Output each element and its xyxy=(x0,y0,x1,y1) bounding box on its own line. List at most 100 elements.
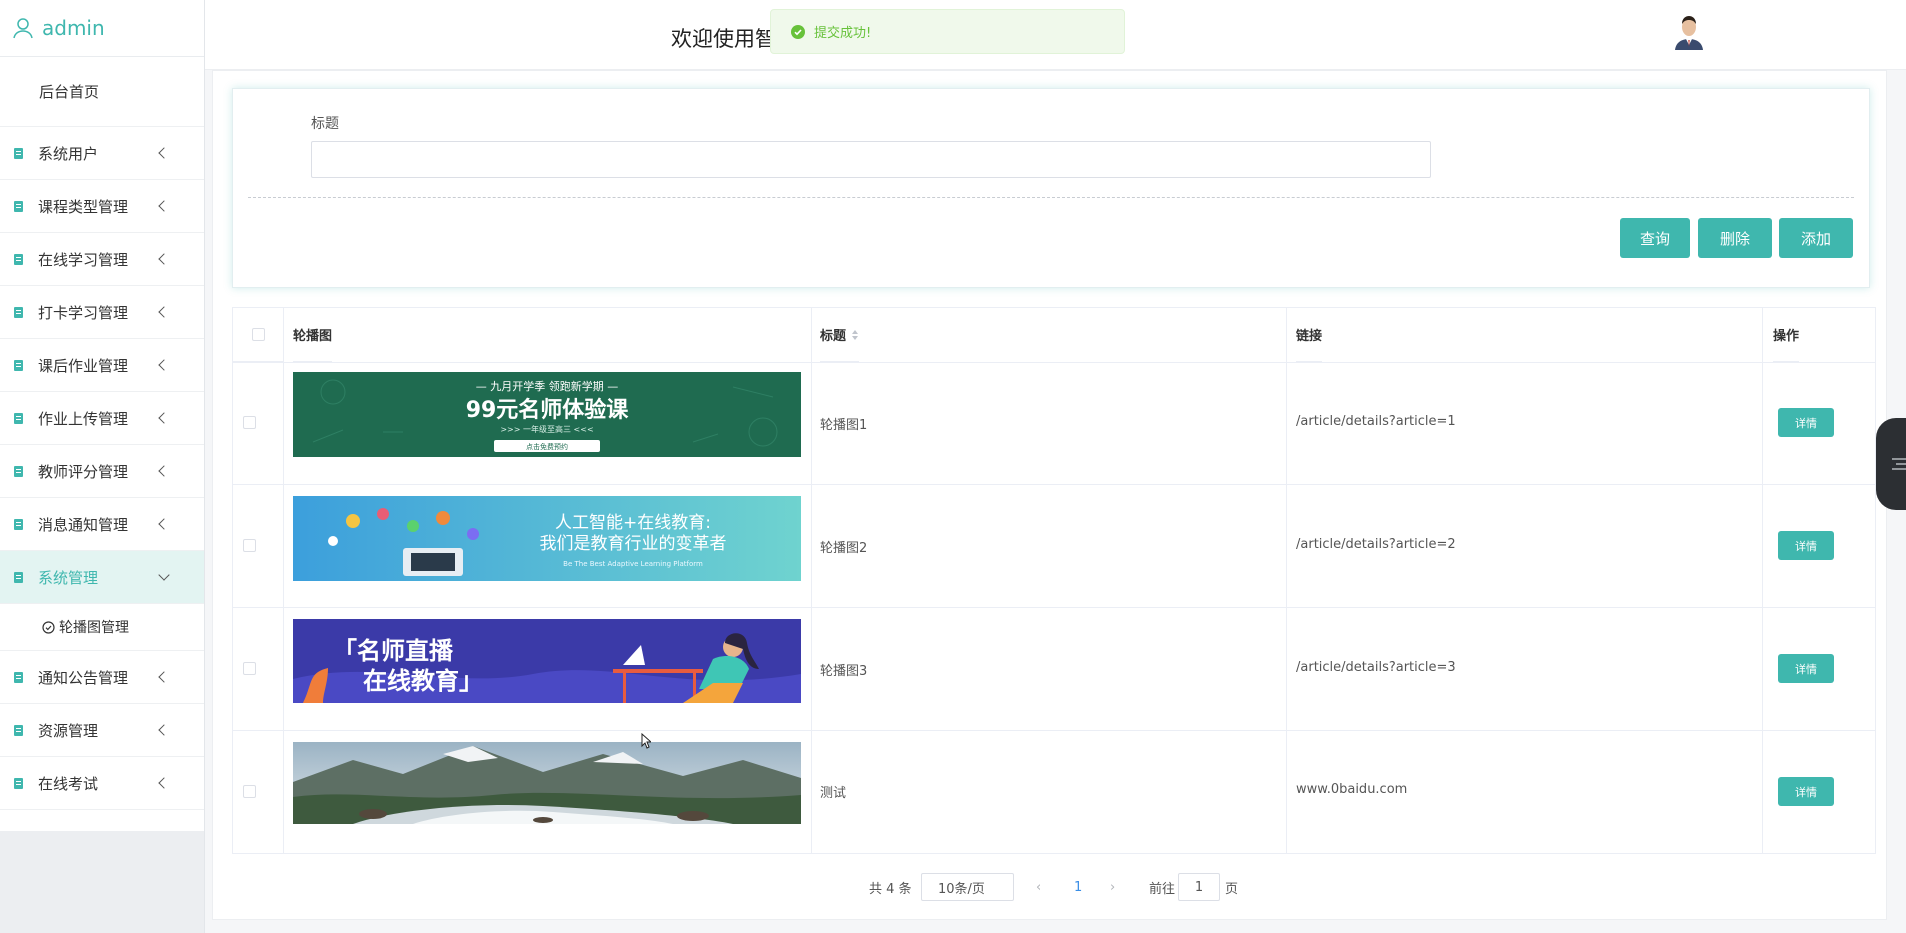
prev-page-icon[interactable]: ‹ xyxy=(1036,873,1041,901)
sidebar-item-system-users[interactable]: 系统用户 xyxy=(0,127,204,180)
banner-text: 点击免费预约 xyxy=(526,442,568,451)
sidebar-item-home[interactable]: 后台首页 xyxy=(0,57,204,127)
banner-text: Be The Best Adaptive Learning Platform xyxy=(563,560,703,568)
sidebar-item-system-management[interactable]: 系统管理 xyxy=(0,551,204,604)
sidebar-item-label: 作业上传管理 xyxy=(38,409,129,428)
title-search-input[interactable] xyxy=(311,141,1431,178)
row-title: 轮播图1 xyxy=(820,418,868,433)
banner-text: 「名师直播 xyxy=(333,637,454,665)
query-button[interactable]: 查询 xyxy=(1620,218,1690,258)
column-divider xyxy=(1286,308,1287,853)
row-checkbox[interactable] xyxy=(243,662,256,675)
select-all-checkbox[interactable] xyxy=(251,328,265,341)
mouse-cursor-icon xyxy=(641,733,651,749)
detail-button[interactable]: 详情 xyxy=(1778,654,1834,683)
row-link: /article/details?article=1 xyxy=(1296,414,1456,429)
row-checkbox[interactable] xyxy=(243,785,256,798)
detail-button[interactable]: 详情 xyxy=(1778,777,1834,806)
banner-text: >>> 一年级至高三 <<< xyxy=(500,424,593,434)
sidebar-item-checkin-learning[interactable]: 打卡学习管理 xyxy=(0,286,204,339)
pagination-total: 共 4 条 xyxy=(869,881,912,897)
check-circle-icon xyxy=(42,620,55,634)
goto-suffix: 页 xyxy=(1225,881,1239,897)
page-number-current[interactable]: 1 xyxy=(1074,873,1082,901)
chevron-left-icon xyxy=(158,200,170,212)
banner-text: — 九月开学季 领跑新学期 — xyxy=(476,379,619,393)
row-link: /article/details?article=3 xyxy=(1296,660,1456,675)
banner-text: 我们是教育行业的变革者 xyxy=(540,534,727,554)
row-divider xyxy=(233,362,1875,363)
sort-icon[interactable] xyxy=(851,329,859,341)
page-size-select[interactable]: 10条/页 xyxy=(921,873,1014,901)
carousel-image-4 xyxy=(293,742,801,824)
row-title: 测试 xyxy=(820,786,847,801)
toast-message: 提交成功! xyxy=(814,26,872,41)
document-icon xyxy=(14,724,23,736)
sidebar-item-label: 系统用户 xyxy=(38,144,99,163)
goto-label: 前往 xyxy=(1149,881,1176,897)
document-icon xyxy=(14,465,23,477)
document-icon xyxy=(14,147,23,159)
chevron-left-icon xyxy=(158,359,170,371)
chevron-left-icon xyxy=(158,777,170,789)
chevron-left-icon xyxy=(158,465,170,477)
table-header-title[interactable]: 标题 xyxy=(820,308,860,362)
sidebar-menu: admin 后台首页 系统用户 课程类型管理 在线学习管理 打卡学习管理 课后作… xyxy=(0,0,204,831)
detail-button[interactable]: 详情 xyxy=(1778,531,1834,560)
welcome-title: 欢迎使用智 xyxy=(671,27,776,51)
chevron-left-icon xyxy=(158,412,170,424)
table-header-select xyxy=(233,308,283,362)
chevron-left-icon xyxy=(158,147,170,159)
delete-button[interactable]: 删除 xyxy=(1698,218,1772,258)
chevron-left-icon xyxy=(158,518,170,530)
sidebar-item-announcements[interactable]: 通知公告管理 xyxy=(0,651,204,704)
goto-page-input[interactable]: 1 xyxy=(1178,873,1220,901)
title-field-label: 标题 xyxy=(311,116,339,132)
sidebar-item-notifications[interactable]: 消息通知管理 xyxy=(0,498,204,551)
column-divider xyxy=(283,308,284,853)
sidebar-item-homework[interactable]: 课后作业管理 xyxy=(0,339,204,392)
sidebar-item-course-types[interactable]: 课程类型管理 xyxy=(0,180,204,233)
next-page-icon[interactable]: › xyxy=(1110,873,1115,901)
table-header-actions: 操作 xyxy=(1773,308,1800,362)
avatar[interactable] xyxy=(1671,12,1707,50)
floating-side-tab[interactable] xyxy=(1876,418,1906,510)
sidebar-item-label: 打卡学习管理 xyxy=(38,303,129,322)
sidebar-item-online-learning[interactable]: 在线学习管理 xyxy=(0,233,204,286)
row-link: /article/details?article=2 xyxy=(1296,537,1456,552)
success-toast: 提交成功! xyxy=(770,9,1125,54)
sidebar-item-teacher-rating[interactable]: 教师评分管理 xyxy=(0,445,204,498)
row-checkbox[interactable] xyxy=(243,539,256,552)
row-divider xyxy=(233,484,1875,485)
list-icon xyxy=(1892,458,1906,470)
carousel-image-2: 人工智能+在线教育: 我们是教育行业的变革者 Be The Best Adapt… xyxy=(293,496,801,581)
sidebar: admin 后台首页 系统用户 课程类型管理 在线学习管理 打卡学习管理 课后作… xyxy=(0,0,205,933)
sidebar-item-online-exam[interactable]: 在线考试 xyxy=(0,757,204,810)
chevron-down-icon xyxy=(158,569,170,581)
document-icon xyxy=(14,518,23,530)
sidebar-item-homework-upload[interactable]: 作业上传管理 xyxy=(0,392,204,445)
document-icon xyxy=(14,412,23,424)
check-circle-icon xyxy=(791,24,805,39)
detail-button[interactable]: 详情 xyxy=(1778,408,1834,437)
divider xyxy=(248,197,1854,198)
carousel-image-1: — 九月开学季 领跑新学期 — 99元名师体验课 >>> 一年级至高三 <<< … xyxy=(293,372,801,457)
document-icon xyxy=(14,306,23,318)
row-divider xyxy=(233,607,1875,608)
table-header-link: 链接 xyxy=(1296,308,1323,362)
document-icon xyxy=(14,253,23,265)
row-title: 轮播图3 xyxy=(820,664,868,679)
sidebar-item-label: 教师评分管理 xyxy=(38,462,129,481)
row-checkbox[interactable] xyxy=(243,416,256,429)
username: admin xyxy=(42,16,105,40)
sidebar-item-resources[interactable]: 资源管理 xyxy=(0,704,204,757)
chevron-left-icon xyxy=(158,724,170,736)
add-button[interactable]: 添加 xyxy=(1779,218,1853,258)
sidebar-item-label: 课后作业管理 xyxy=(38,356,129,375)
sidebar-item-label: 通知公告管理 xyxy=(38,668,129,687)
document-icon xyxy=(14,359,23,371)
sidebar-subitem-carousel[interactable]: 轮播图管理 xyxy=(0,604,204,651)
search-form: 标题 查询 删除 添加 xyxy=(232,88,1870,288)
table-header-image: 轮播图 xyxy=(293,308,333,362)
row-link: www.0baidu.com xyxy=(1296,782,1408,797)
